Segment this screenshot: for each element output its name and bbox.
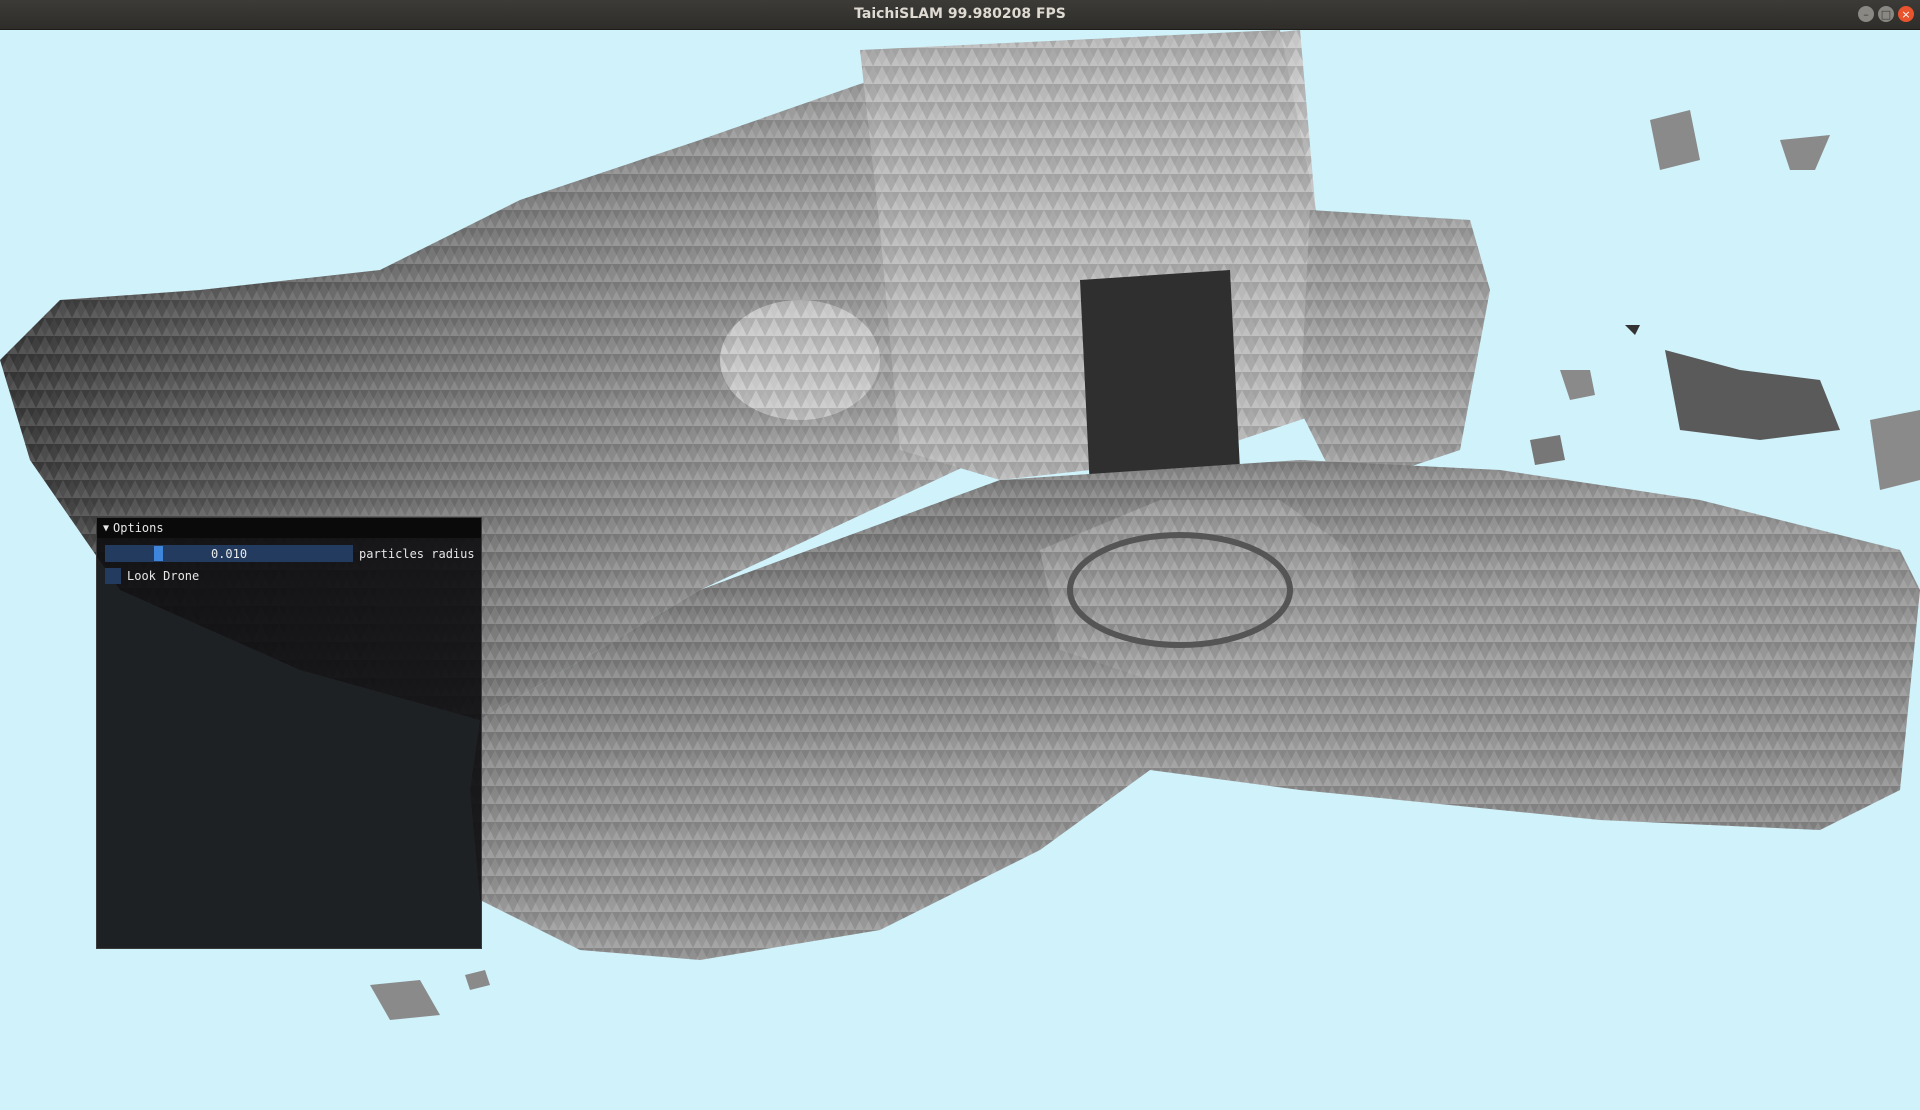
mesh-fragment — [1870, 410, 1920, 490]
collapse-triangle-icon[interactable]: ▼ — [103, 523, 109, 534]
mesh-fragment — [1780, 135, 1830, 170]
mesh-fragment — [1650, 110, 1700, 170]
slider-value: 0.010 — [210, 546, 248, 561]
particles-radius-slider[interactable]: 0.010 — [105, 545, 353, 562]
mesh-doorway-shadow — [1080, 270, 1240, 490]
mesh-fragment — [1530, 435, 1565, 465]
window-title: TaichiSLAM 99.980208 FPS — [854, 6, 1066, 22]
options-panel-header[interactable]: ▼ Options — [97, 518, 481, 538]
window-titlebar[interactable]: TaichiSLAM 99.980208 FPS – □ × — [0, 0, 1920, 30]
window-controls: – □ × — [1858, 6, 1914, 22]
mesh-fragment — [370, 980, 440, 1020]
look-drone-checkbox[interactable] — [105, 568, 121, 584]
close-button[interactable]: × — [1898, 6, 1914, 22]
minimize-button[interactable]: – — [1858, 6, 1874, 22]
look-drone-label: Look Drone — [127, 569, 200, 583]
options-panel-title: Options — [113, 521, 164, 535]
particles-radius-label: particles radius — [359, 546, 475, 561]
slider-grab-handle[interactable] — [154, 546, 163, 561]
mesh-fragment — [1665, 350, 1840, 440]
mesh-fragment — [1625, 325, 1640, 335]
look-drone-row: Look Drone — [105, 568, 199, 584]
options-panel[interactable]: ▼ Options 0.010 particles radius Look Dr… — [96, 517, 482, 949]
particles-radius-row: 0.010 particles radius — [105, 545, 475, 562]
mesh-fragment — [465, 970, 490, 990]
mesh-fragment — [1560, 370, 1595, 400]
maximize-button[interactable]: □ — [1878, 6, 1894, 22]
